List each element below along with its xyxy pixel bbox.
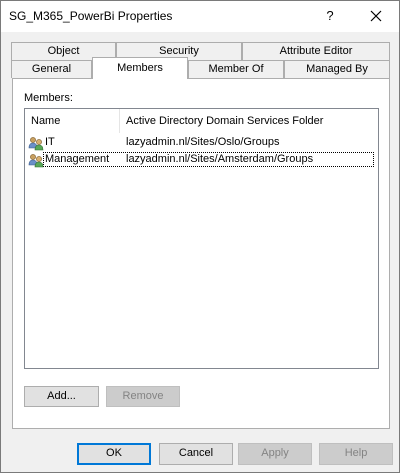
- properties-dialog: SG_M365_PowerBi Properties ? Object Secu…: [0, 0, 400, 473]
- members-label: Members:: [24, 92, 73, 104]
- tab-attribute-editor[interactable]: Attribute Editor: [242, 42, 390, 60]
- tab-managed-by[interactable]: Managed By: [284, 60, 390, 78]
- member-folder: lazyadmin.nl/Sites/Oslo/Groups: [126, 136, 280, 148]
- column-header-folder[interactable]: Active Directory Domain Services Folder: [120, 109, 378, 133]
- apply-button[interactable]: Apply: [238, 443, 312, 465]
- tab-members[interactable]: Members: [92, 57, 188, 79]
- column-header-name[interactable]: Name: [25, 109, 120, 133]
- window-title: SG_M365_PowerBi Properties: [9, 9, 173, 23]
- title-bar[interactable]: SG_M365_PowerBi Properties ?: [1, 1, 399, 32]
- list-header: Name Active Directory Domain Services Fo…: [25, 109, 378, 133]
- cancel-button[interactable]: Cancel: [159, 443, 233, 465]
- member-folder: lazyadmin.nl/Sites/Amsterdam/Groups: [126, 153, 314, 165]
- group-icon: [28, 136, 44, 151]
- close-icon: [370, 10, 382, 22]
- group-icon: [28, 153, 44, 168]
- tab-general[interactable]: General: [11, 60, 92, 78]
- list-item[interactable]: IT lazyadmin.nl/Sites/Oslo/Groups: [25, 135, 378, 152]
- members-panel: Members: Name Active Directory Domain Se…: [12, 78, 390, 429]
- tab-member-of[interactable]: Member Of: [188, 60, 284, 78]
- help-button[interactable]: ?: [319, 5, 341, 27]
- list-item[interactable]: Management lazyadmin.nl/Sites/Amsterdam/…: [25, 152, 378, 169]
- remove-button[interactable]: Remove: [106, 386, 180, 407]
- close-button[interactable]: [363, 5, 389, 27]
- ok-button[interactable]: OK: [77, 443, 151, 465]
- member-name: Management: [45, 153, 110, 165]
- add-button[interactable]: Add...: [24, 386, 99, 407]
- member-name: IT: [45, 136, 55, 148]
- members-list[interactable]: Name Active Directory Domain Services Fo…: [24, 108, 379, 369]
- help-footer-button[interactable]: Help: [319, 443, 393, 465]
